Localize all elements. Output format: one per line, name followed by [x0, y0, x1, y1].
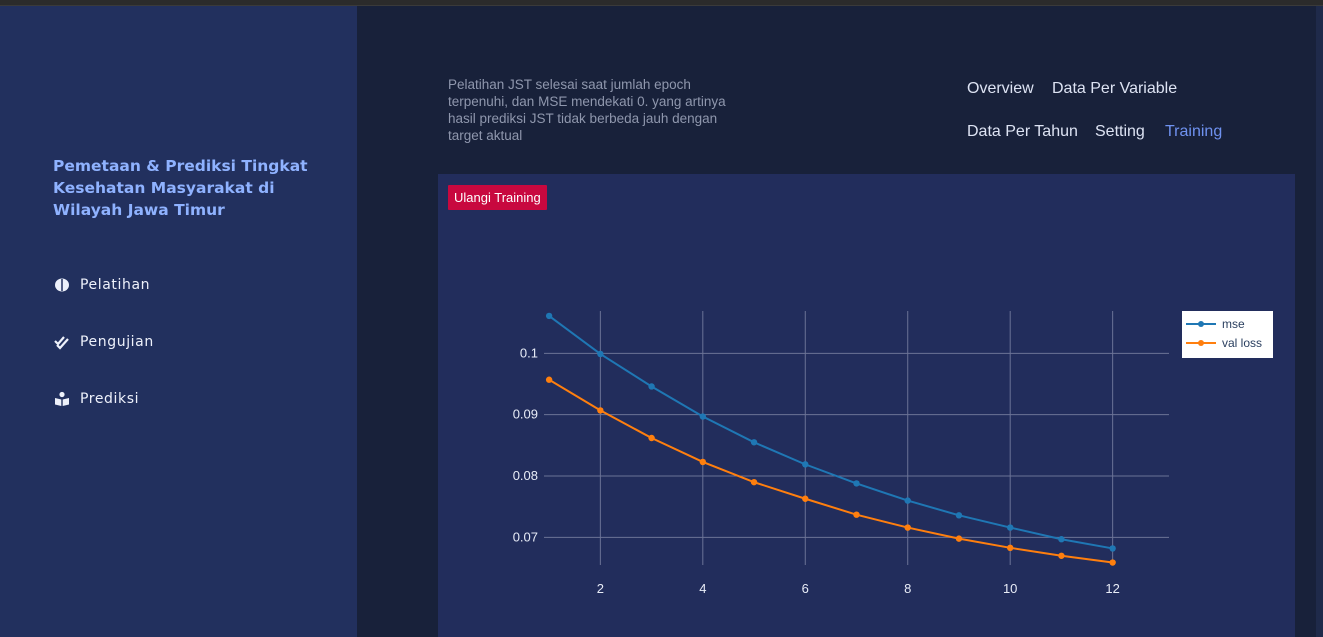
legend-label: val loss: [1222, 336, 1263, 350]
val-loss-point: [1058, 552, 1065, 559]
mse-point: [699, 413, 707, 420]
mse-point: [750, 439, 758, 446]
val-loss-point: [545, 376, 553, 383]
mse-point: [1109, 545, 1116, 552]
legend-label: mse: [1222, 317, 1245, 331]
training-loss-chart: 2 4 6 8 10 12 0.07 0.08 0.09 0.1: [513, 311, 1169, 596]
sidebar: [0, 6, 357, 637]
brain-icon: [53, 276, 71, 294]
nav-setting[interactable]: Setting: [1095, 123, 1145, 141]
val-loss-point: [1006, 544, 1014, 552]
val-loss-point: [853, 511, 860, 518]
sidebar-item-label: Pelatihan: [80, 277, 151, 293]
book-reader-icon: [53, 390, 71, 408]
val-loss-point: [802, 495, 809, 502]
check-double-icon: [53, 333, 71, 351]
val-loss-point: [904, 524, 911, 531]
mse-point: [1058, 536, 1065, 543]
legend-mse-swatch: [1186, 321, 1216, 327]
x-tick-label: 12: [1105, 581, 1119, 596]
nav-training[interactable]: Training: [1165, 123, 1222, 141]
x-tick-label: 8: [904, 581, 911, 596]
legend-item-mse[interactable]: mse: [1186, 317, 1245, 331]
legend-item-val-loss[interactable]: val loss: [1186, 336, 1262, 350]
val-loss-point: [699, 458, 707, 466]
y-tick-label: 0.08: [513, 468, 538, 483]
x-tick-label: 6: [802, 581, 809, 596]
sidebar-item-pelatihan[interactable]: Pelatihan: [53, 276, 150, 294]
val-loss-point: [648, 434, 655, 442]
val-loss-line: [548, 378, 1113, 564]
x-tick-label: 10: [1003, 581, 1017, 596]
mse-point: [597, 350, 604, 358]
mse-point: [1006, 524, 1014, 531]
x-tick-label: 2: [597, 581, 604, 596]
sidebar-item-label: Pengujian: [80, 334, 154, 350]
mse-line: [548, 315, 1113, 550]
sidebar-item-pengujian[interactable]: Pengujian: [53, 333, 154, 351]
x-tick-label: 4: [699, 581, 706, 596]
mse-point: [904, 497, 911, 504]
legend-val-loss-swatch: [1186, 340, 1216, 346]
nav-data-per-variable[interactable]: Data Per Variable: [1052, 80, 1177, 98]
mse-point: [648, 383, 655, 390]
training-description: Pelatihan JST selesai saat jumlah epoch …: [448, 77, 726, 143]
y-tick-label: 0.1: [520, 345, 538, 360]
mse-point: [955, 512, 963, 519]
y-tick-label: 0.09: [513, 407, 538, 422]
app-title: Pemetaan & Prediksi Tingkat Kesehatan Ma…: [53, 157, 308, 219]
sidebar-item-prediksi[interactable]: Prediksi: [53, 390, 139, 408]
val-loss-point: [1109, 559, 1116, 566]
chart-legend: mse val loss: [1182, 311, 1273, 358]
y-tick-label: 0.07: [513, 529, 538, 544]
val-loss-point: [597, 407, 604, 414]
mse-point: [853, 480, 860, 487]
val-loss-point: [750, 478, 758, 486]
sidebar-item-label: Prediksi: [80, 391, 140, 407]
val-loss-point: [955, 535, 963, 542]
mse-point: [545, 312, 553, 320]
nav-data-per-tahun[interactable]: Data Per Tahun: [967, 123, 1078, 141]
scrollbar-gutter: [1316, 6, 1323, 637]
nav-overview[interactable]: Overview: [967, 80, 1034, 98]
mse-point: [802, 461, 809, 468]
